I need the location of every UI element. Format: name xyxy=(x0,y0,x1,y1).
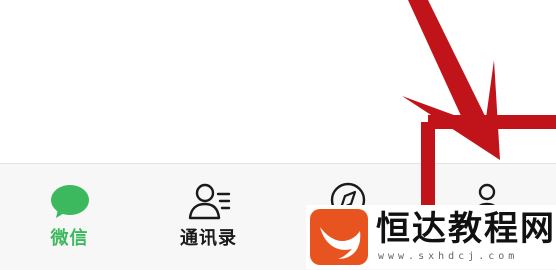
watermark-url: www.sxhdcj.com xyxy=(378,251,519,262)
whale-logo-icon xyxy=(320,227,361,259)
watermark: 恒达教程网 www.sxhdcj.com xyxy=(306,205,556,269)
watermark-title: 恒达教程网 xyxy=(376,209,556,249)
tab-contacts[interactable]: 通讯录 xyxy=(139,164,278,270)
watermark-logo xyxy=(310,209,368,265)
contacts-icon xyxy=(188,183,230,220)
chat-content-area xyxy=(0,0,556,163)
tab-chats[interactable]: 微信 xyxy=(0,164,139,270)
tab-contacts-label: 通讯录 xyxy=(180,228,237,249)
tab-chats-label: 微信 xyxy=(50,228,89,249)
chat-bubble-icon xyxy=(50,185,89,218)
